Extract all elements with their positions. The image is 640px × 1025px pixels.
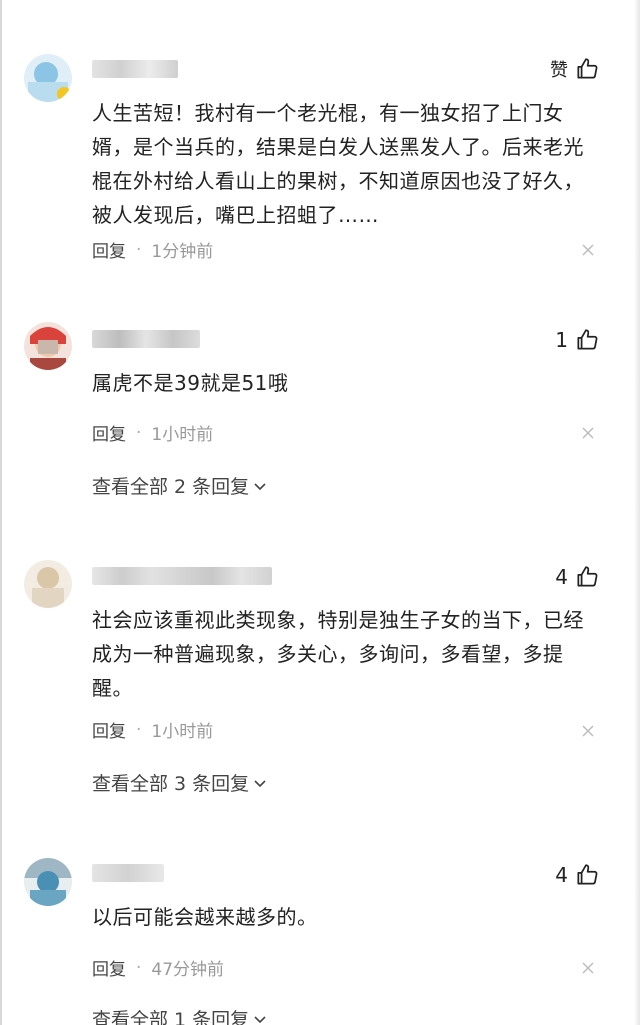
comment-meta: 回复 · 47分钟前 bbox=[92, 955, 225, 981]
avatar[interactable] bbox=[24, 54, 72, 102]
avatar[interactable] bbox=[24, 560, 72, 608]
separator-dot: · bbox=[136, 422, 142, 443]
reply-button[interactable]: 回复 bbox=[92, 955, 126, 980]
comment-meta: 回复 · 1小时前 bbox=[92, 420, 214, 446]
like-button[interactable]: 赞 bbox=[550, 56, 600, 82]
view-all-replies-button[interactable]: 查看全部 2 条回复 bbox=[92, 472, 267, 499]
view-all-replies-button[interactable]: 查看全部 1 条回复 bbox=[92, 1005, 267, 1025]
timestamp: 1分钟前 bbox=[151, 242, 214, 262]
separator-dot: · bbox=[136, 719, 142, 740]
reply-button[interactable]: 回复 bbox=[92, 717, 126, 742]
comment-text: 人生苦短！我村有一个老光棍，有一独女招了上门女婿，是个当兵的，结果是白发人送黑发… bbox=[92, 101, 584, 227]
comment-meta: 回复 · 1小时前 bbox=[92, 717, 214, 743]
comment-text: 社会应该重视此类现象，特别是独生子女的当下，已经成为一种普遍现象，多关心，多询问… bbox=[92, 608, 584, 700]
like-button[interactable]: 1 bbox=[555, 327, 600, 353]
separator-dot: · bbox=[136, 239, 142, 260]
username-blurred[interactable] bbox=[92, 864, 164, 882]
chevron-down-icon bbox=[254, 1015, 266, 1023]
view-all-replies-label: 查看全部 3 条回复 bbox=[92, 773, 250, 795]
like-count: 4 bbox=[555, 863, 568, 887]
like-count: 4 bbox=[555, 565, 568, 589]
chevron-down-icon bbox=[254, 779, 266, 787]
comment-meta: 回复 · 1分钟前 bbox=[92, 237, 214, 263]
timestamp: 1小时前 bbox=[151, 425, 214, 445]
username-blurred[interactable] bbox=[92, 330, 200, 348]
avatar[interactable] bbox=[24, 322, 72, 370]
thumbs-up-icon bbox=[577, 329, 598, 350]
timestamp: 1小时前 bbox=[151, 722, 214, 742]
timestamp: 47分钟前 bbox=[151, 960, 225, 980]
close-icon[interactable] bbox=[582, 427, 594, 439]
username-blurred[interactable] bbox=[92, 60, 178, 78]
avatar[interactable] bbox=[24, 858, 72, 906]
close-icon[interactable] bbox=[582, 725, 594, 737]
thumbs-up-icon bbox=[577, 58, 598, 79]
chevron-down-icon bbox=[254, 482, 266, 490]
reply-button[interactable]: 回复 bbox=[92, 420, 126, 445]
separator-dot: · bbox=[136, 957, 142, 978]
like-button[interactable]: 4 bbox=[555, 564, 600, 590]
thumbs-up-icon bbox=[577, 566, 598, 587]
like-label: 赞 bbox=[550, 60, 568, 81]
view-all-replies-button[interactable]: 查看全部 3 条回复 bbox=[92, 769, 267, 796]
like-count: 1 bbox=[555, 328, 568, 352]
comment-text: 属虎不是39就是51哦 bbox=[92, 371, 289, 395]
thumbs-up-icon bbox=[577, 864, 598, 885]
view-all-replies-label: 查看全部 1 条回复 bbox=[92, 1009, 250, 1025]
close-icon[interactable] bbox=[582, 244, 594, 256]
comment-text: 以后可能会越来越多的。 bbox=[92, 905, 318, 929]
username-blurred[interactable] bbox=[92, 567, 272, 585]
close-icon[interactable] bbox=[582, 962, 594, 974]
comment-list: 赞 人生苦短！我村有一个老光棍，有一独女招了上门女婿，是个当兵的，结果是白发人送… bbox=[0, 0, 640, 1025]
view-all-replies-label: 查看全部 2 条回复 bbox=[92, 476, 250, 498]
like-button[interactable]: 4 bbox=[555, 862, 600, 888]
reply-button[interactable]: 回复 bbox=[92, 237, 126, 262]
